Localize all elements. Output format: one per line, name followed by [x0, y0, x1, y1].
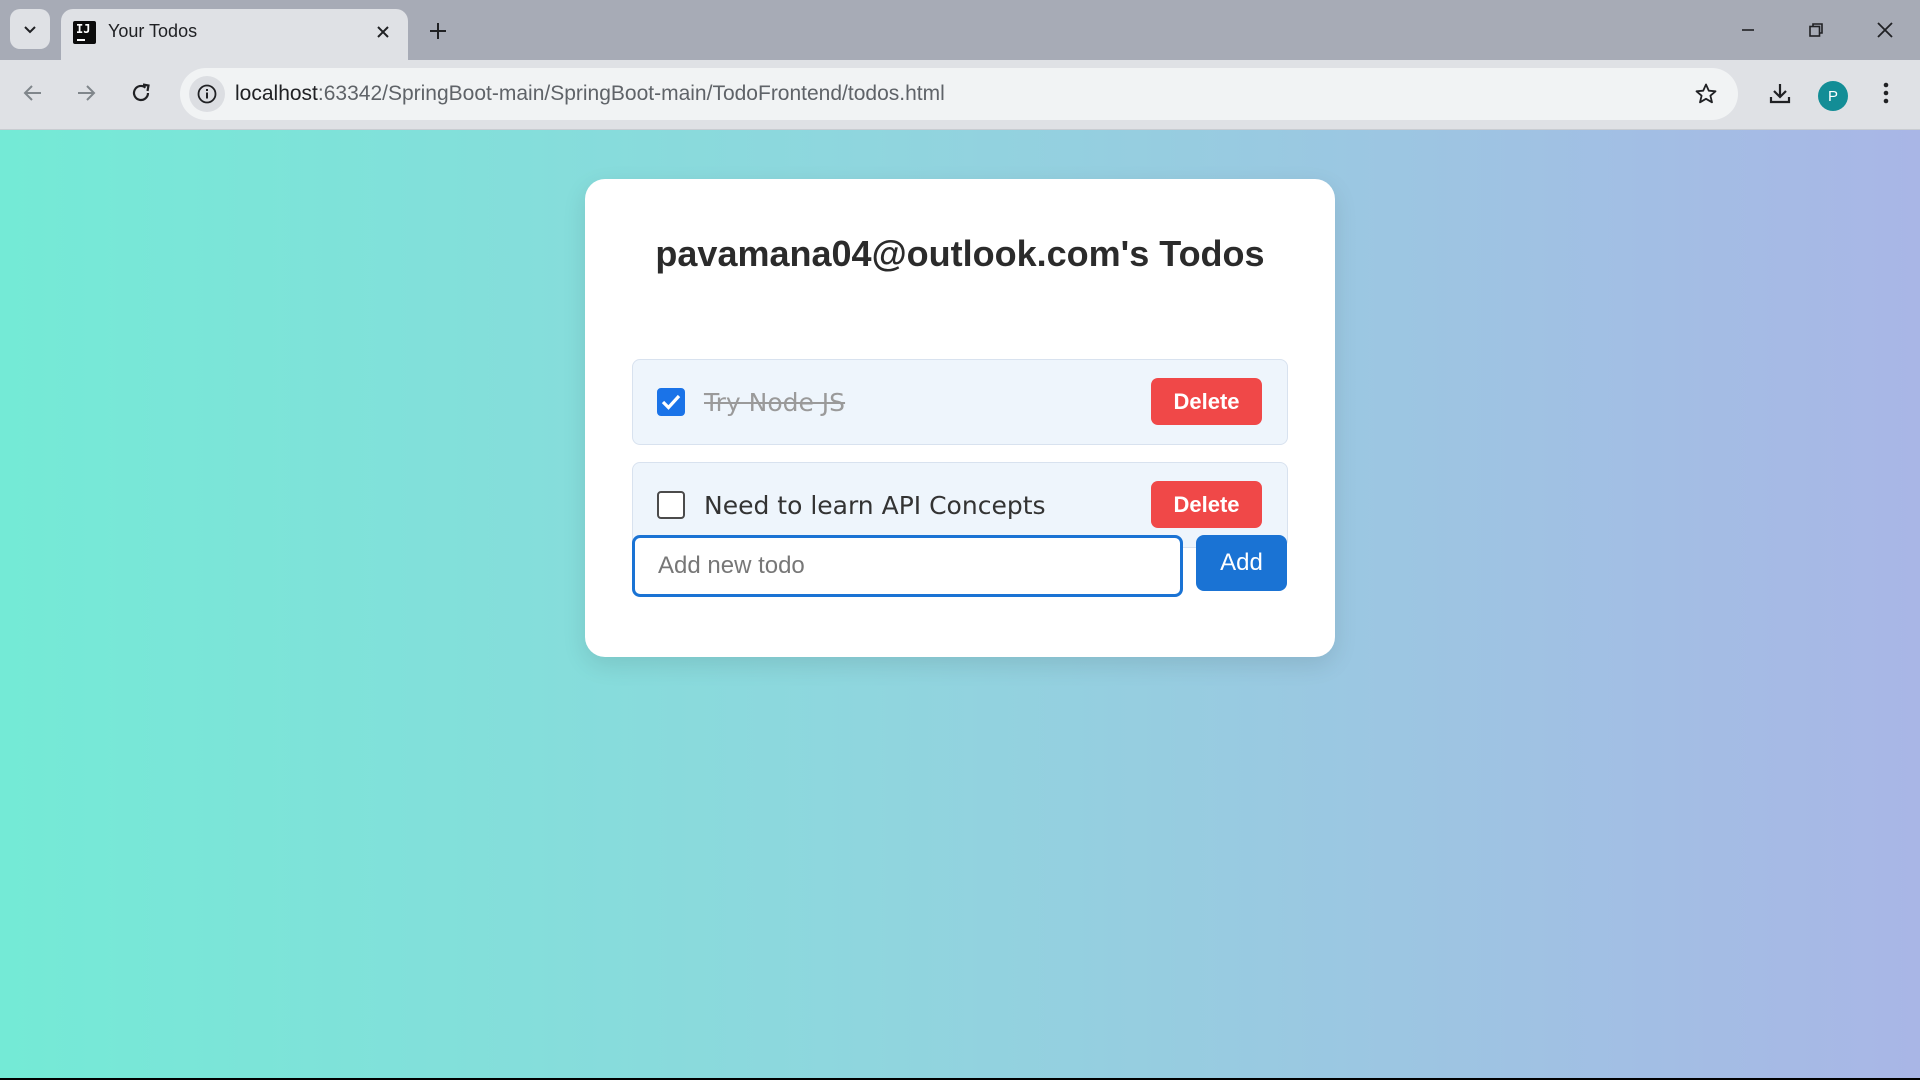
url-path: :63342/SpringBoot-main/SpringBoot-main/T…: [317, 82, 945, 105]
plus-icon: [430, 23, 446, 39]
new-todo-input[interactable]: [632, 535, 1183, 597]
browser-menu-button[interactable]: [1866, 73, 1906, 113]
intellij-icon: IJ: [73, 21, 96, 44]
checkmark-icon: [661, 394, 681, 410]
tab-search-button[interactable]: [10, 9, 50, 49]
minimize-icon: [1742, 29, 1754, 31]
forward-button[interactable]: [66, 73, 106, 113]
arrow-left-icon: [23, 85, 41, 101]
browser-toolbar: localhost:63342/SpringBoot-main/SpringBo…: [0, 60, 1920, 130]
site-info-button[interactable]: [189, 76, 225, 112]
todo-text: Need to learn API Concepts: [704, 491, 1046, 520]
restore-icon: [1809, 23, 1823, 37]
new-tab-button[interactable]: [420, 13, 456, 49]
url-text[interactable]: localhost:63342/SpringBoot-main/SpringBo…: [235, 82, 945, 106]
todo-checkbox[interactable]: [657, 388, 685, 416]
close-window-button[interactable]: [1863, 8, 1907, 52]
tab-title: Your Todos: [108, 21, 198, 41]
star-icon: [1695, 83, 1717, 104]
info-icon: [197, 84, 217, 104]
bookmark-button[interactable]: [1692, 80, 1720, 108]
add-todo-button[interactable]: Add: [1196, 535, 1287, 591]
tab-close-button[interactable]: [370, 19, 396, 45]
more-vertical-icon: [1883, 82, 1889, 104]
download-icon: [1769, 84, 1791, 104]
address-bar[interactable]: localhost:63342/SpringBoot-main/SpringBo…: [180, 68, 1738, 120]
close-icon: [377, 26, 389, 38]
delete-button[interactable]: Delete: [1151, 481, 1262, 528]
browser-tabstrip: IJ Your Todos: [0, 0, 1920, 60]
restore-button[interactable]: [1794, 8, 1838, 52]
downloads-button[interactable]: [1760, 73, 1800, 113]
todo-text: Try Node JS: [704, 388, 846, 417]
profile-avatar[interactable]: P: [1818, 81, 1848, 111]
browser-tab[interactable]: IJ Your Todos: [61, 9, 408, 60]
reload-icon: [132, 83, 150, 102]
delete-button[interactable]: Delete: [1151, 378, 1262, 425]
arrow-right-icon: [78, 85, 96, 101]
page-viewport: pavamana04@outlook.com's Todos Try Node …: [0, 130, 1920, 1078]
todo-card: pavamana04@outlook.com's Todos Try Node …: [585, 179, 1335, 657]
reload-button[interactable]: [121, 73, 161, 113]
minimize-button[interactable]: [1726, 8, 1770, 52]
close-icon: [1877, 22, 1893, 38]
todo-item: Try Node JS Delete: [632, 359, 1288, 445]
page-title: pavamana04@outlook.com's Todos: [655, 233, 1265, 274]
back-button[interactable]: [13, 73, 53, 113]
url-host: localhost: [235, 82, 318, 105]
chevron-down-icon: [24, 26, 36, 34]
todo-checkbox[interactable]: [657, 491, 685, 519]
